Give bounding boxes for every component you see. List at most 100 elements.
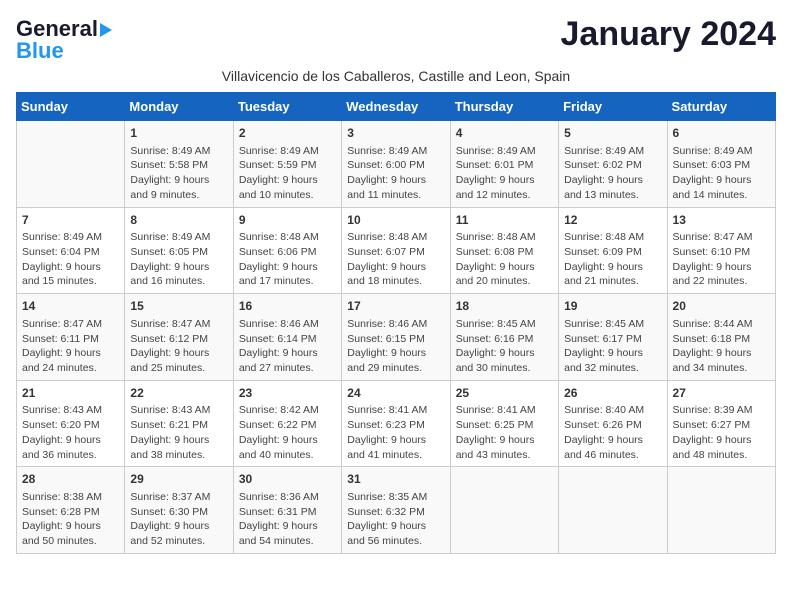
cell-line: Daylight: 9 hours bbox=[347, 519, 444, 534]
calendar-table: SundayMondayTuesdayWednesdayThursdayFrid… bbox=[16, 92, 776, 554]
cell-line: and 30 minutes. bbox=[456, 361, 553, 376]
cell-line: Daylight: 9 hours bbox=[22, 433, 119, 448]
cell-line: and 54 minutes. bbox=[239, 534, 336, 549]
cell-content: Sunrise: 8:36 AMSunset: 6:31 PMDaylight:… bbox=[239, 490, 336, 549]
week-row-5: 28Sunrise: 8:38 AMSunset: 6:28 PMDayligh… bbox=[17, 467, 776, 554]
cell-content: Sunrise: 8:41 AMSunset: 6:23 PMDaylight:… bbox=[347, 403, 444, 462]
cell-line: Daylight: 9 hours bbox=[673, 346, 770, 361]
cell-line: and 46 minutes. bbox=[564, 448, 661, 463]
logo: General Blue bbox=[16, 16, 112, 64]
cell-content: Sunrise: 8:39 AMSunset: 6:27 PMDaylight:… bbox=[673, 403, 770, 462]
day-number: 26 bbox=[564, 385, 661, 402]
calendar-cell: 31Sunrise: 8:35 AMSunset: 6:32 PMDayligh… bbox=[342, 467, 450, 554]
cell-line: and 34 minutes. bbox=[673, 361, 770, 376]
cell-line: Sunrise: 8:49 AM bbox=[22, 230, 119, 245]
logo-arrow-icon bbox=[100, 23, 112, 37]
day-number: 7 bbox=[22, 212, 119, 229]
cell-content: Sunrise: 8:37 AMSunset: 6:30 PMDaylight:… bbox=[130, 490, 227, 549]
cell-content: Sunrise: 8:44 AMSunset: 6:18 PMDaylight:… bbox=[673, 317, 770, 376]
cell-line: and 40 minutes. bbox=[239, 448, 336, 463]
day-number: 12 bbox=[564, 212, 661, 229]
cell-content: Sunrise: 8:45 AMSunset: 6:17 PMDaylight:… bbox=[564, 317, 661, 376]
cell-line: and 50 minutes. bbox=[22, 534, 119, 549]
cell-line: and 56 minutes. bbox=[347, 534, 444, 549]
cell-content: Sunrise: 8:40 AMSunset: 6:26 PMDaylight:… bbox=[564, 403, 661, 462]
cell-line: Sunrise: 8:39 AM bbox=[673, 403, 770, 418]
cell-content: Sunrise: 8:42 AMSunset: 6:22 PMDaylight:… bbox=[239, 403, 336, 462]
page-subtitle: Villavicencio de los Caballeros, Castill… bbox=[16, 68, 776, 84]
cell-content: Sunrise: 8:49 AMSunset: 6:00 PMDaylight:… bbox=[347, 144, 444, 203]
cell-line: Daylight: 9 hours bbox=[673, 260, 770, 275]
day-number: 27 bbox=[673, 385, 770, 402]
cell-line: Sunset: 6:07 PM bbox=[347, 245, 444, 260]
cell-line: and 20 minutes. bbox=[456, 274, 553, 289]
cell-content: Sunrise: 8:49 AMSunset: 6:05 PMDaylight:… bbox=[130, 230, 227, 289]
cell-content: Sunrise: 8:47 AMSunset: 6:11 PMDaylight:… bbox=[22, 317, 119, 376]
calendar-cell: 26Sunrise: 8:40 AMSunset: 6:26 PMDayligh… bbox=[559, 380, 667, 467]
cell-line: Sunset: 6:09 PM bbox=[564, 245, 661, 260]
cell-line: and 52 minutes. bbox=[130, 534, 227, 549]
cell-line: and 11 minutes. bbox=[347, 188, 444, 203]
week-row-1: 1Sunrise: 8:49 AMSunset: 5:58 PMDaylight… bbox=[17, 121, 776, 208]
day-number: 6 bbox=[673, 125, 770, 142]
calendar-cell: 12Sunrise: 8:48 AMSunset: 6:09 PMDayligh… bbox=[559, 207, 667, 294]
calendar-cell: 3Sunrise: 8:49 AMSunset: 6:00 PMDaylight… bbox=[342, 121, 450, 208]
day-number: 22 bbox=[130, 385, 227, 402]
cell-line: Sunset: 6:04 PM bbox=[22, 245, 119, 260]
calendar-cell: 29 Sunrise: 8:37 AMSunset: 6:30 PMDayligh… bbox=[125, 467, 233, 554]
day-number: 29 bbox=[130, 471, 227, 488]
cell-line: Daylight: 9 hours bbox=[564, 173, 661, 188]
cell-line: Sunset: 6:20 PM bbox=[22, 418, 119, 433]
calendar-cell: 4Sunrise: 8:49 AMSunset: 6:01 PMDaylight… bbox=[450, 121, 558, 208]
cell-content: Sunrise: 8:38 AMSunset: 6:28 PMDaylight:… bbox=[22, 490, 119, 549]
cell-line: Sunrise: 8:35 AM bbox=[347, 490, 444, 505]
week-row-4: 21Sunrise: 8:43 AMSunset: 6:20 PMDayligh… bbox=[17, 380, 776, 467]
title-block: January 2024 bbox=[561, 16, 777, 53]
cell-line: and 13 minutes. bbox=[564, 188, 661, 203]
day-number: 9 bbox=[239, 212, 336, 229]
cell-line: Sunrise: 8:48 AM bbox=[456, 230, 553, 245]
calendar-cell: 6 Sunrise: 8:49 AMSunset: 6:03 PMDaylight… bbox=[667, 121, 775, 208]
cell-line: Sunrise: 8:41 AM bbox=[347, 403, 444, 418]
cell-line: Sunrise: 8:49 AM bbox=[564, 144, 661, 159]
cell-line: and 16 minutes. bbox=[130, 274, 227, 289]
calendar-cell: 13Sunrise: 8:47 AMSunset: 6:10 PMDayligh… bbox=[667, 207, 775, 294]
cell-line: Sunset: 5:59 PM bbox=[239, 158, 336, 173]
calendar-cell bbox=[17, 121, 125, 208]
day-number: 5 bbox=[564, 125, 661, 142]
cell-content: Sunrise: 8:49 AMSunset: 6:03 PMDaylight:… bbox=[673, 144, 770, 203]
cell-line: Sunrise: 8:49 AM bbox=[347, 144, 444, 159]
calendar-cell: 2 Sunrise: 8:49 AMSunset: 5:59 PMDaylight… bbox=[233, 121, 341, 208]
cell-line: and 21 minutes. bbox=[564, 274, 661, 289]
cell-line: Sunset: 6:15 PM bbox=[347, 332, 444, 347]
calendar-cell: 5Sunrise: 8:49 AMSunset: 6:02 PMDaylight… bbox=[559, 121, 667, 208]
cell-content: Sunrise: 8:47 AMSunset: 6:12 PMDaylight:… bbox=[130, 317, 227, 376]
cell-content: Sunrise: 8:46 AMSunset: 6:15 PMDaylight:… bbox=[347, 317, 444, 376]
day-number: 16 bbox=[239, 298, 336, 315]
cell-line: and 9 minutes. bbox=[130, 188, 227, 203]
cell-line: Daylight: 9 hours bbox=[456, 346, 553, 361]
day-number: 4 bbox=[456, 125, 553, 142]
cell-line: Sunset: 6:14 PM bbox=[239, 332, 336, 347]
cell-line: Daylight: 9 hours bbox=[347, 260, 444, 275]
cell-line: Daylight: 9 hours bbox=[239, 260, 336, 275]
day-header-friday: Friday bbox=[559, 93, 667, 121]
cell-line: Sunset: 6:08 PM bbox=[456, 245, 553, 260]
calendar-cell bbox=[450, 467, 558, 554]
cell-line: Daylight: 9 hours bbox=[130, 346, 227, 361]
cell-line: Sunset: 6:01 PM bbox=[456, 158, 553, 173]
cell-line: Sunrise: 8:48 AM bbox=[564, 230, 661, 245]
day-number: 2 bbox=[239, 125, 336, 142]
day-number: 25 bbox=[456, 385, 553, 402]
cell-line: Sunrise: 8:40 AM bbox=[564, 403, 661, 418]
cell-line: Daylight: 9 hours bbox=[456, 173, 553, 188]
cell-content: Sunrise: 8:49 AMSunset: 5:59 PMDaylight:… bbox=[239, 144, 336, 203]
cell-line: Daylight: 9 hours bbox=[673, 433, 770, 448]
cell-line: and 25 minutes. bbox=[130, 361, 227, 376]
cell-line: Sunset: 6:27 PM bbox=[673, 418, 770, 433]
cell-line: and 18 minutes. bbox=[347, 274, 444, 289]
calendar-cell: 10Sunrise: 8:48 AMSunset: 6:07 PMDayligh… bbox=[342, 207, 450, 294]
cell-line: and 15 minutes. bbox=[22, 274, 119, 289]
day-number: 10 bbox=[347, 212, 444, 229]
day-number: 19 bbox=[564, 298, 661, 315]
